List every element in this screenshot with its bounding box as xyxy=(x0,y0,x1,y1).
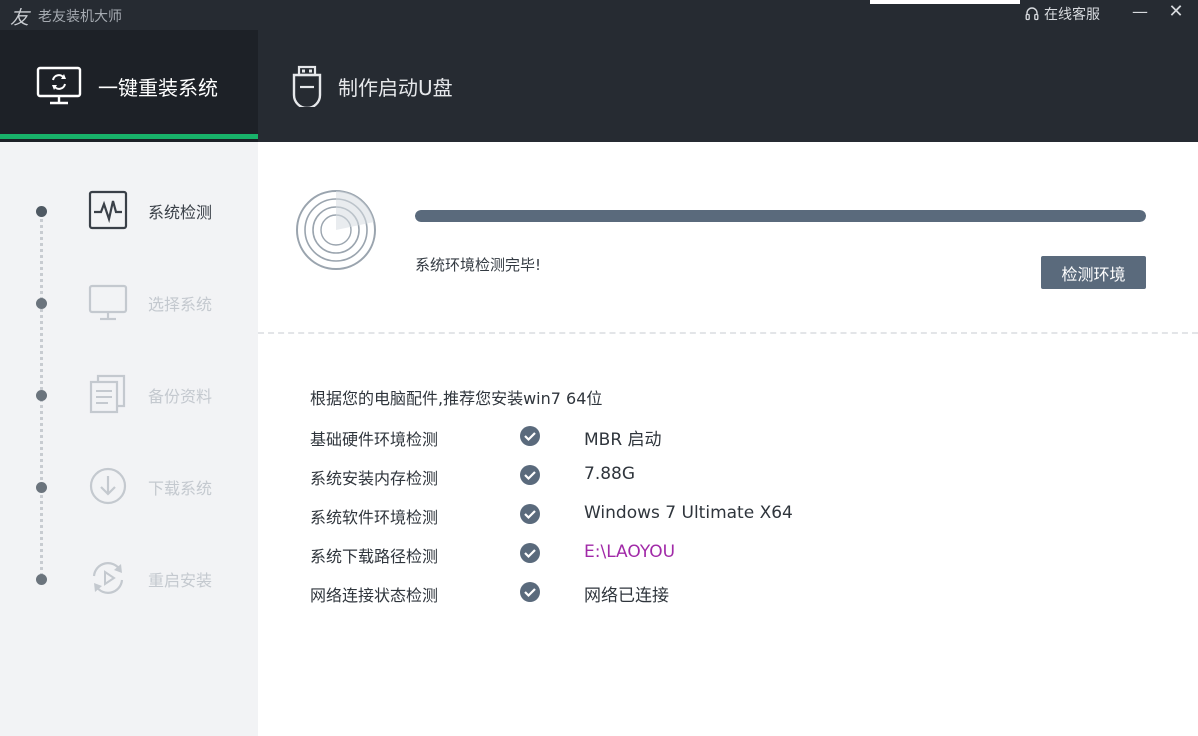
check-row: 网络连接状态检测 网络已连接 xyxy=(310,579,1010,606)
main-panel: 系统环境检测完毕! 检测环境 根据您的电脑配件,推荐您安装win7 64位 基础… xyxy=(258,142,1198,736)
step-label: 系统检测 xyxy=(148,203,213,222)
step-dot xyxy=(36,482,47,493)
detection-status-text: 系统环境检测完毕! xyxy=(415,256,542,274)
step-label: 下载系统 xyxy=(148,479,213,498)
step-backup-data[interactable]: 备份资料 xyxy=(0,368,258,420)
tab-make-boot-usb[interactable]: 制作启动U盘 xyxy=(258,30,518,142)
title-bar: 友 老友装机大师 在线客服 — ✕ xyxy=(0,0,1198,30)
detect-environment-button[interactable]: 检测环境 xyxy=(1041,256,1146,289)
step-dot xyxy=(36,574,47,585)
step-restart-install[interactable]: 重启安装 xyxy=(0,552,258,604)
section-divider xyxy=(258,332,1198,334)
step-select-system[interactable]: 选择系统 xyxy=(0,276,258,328)
check-value: 7.88G xyxy=(584,464,636,484)
download-icon xyxy=(89,467,127,505)
check-circle-icon xyxy=(520,426,540,446)
documents-icon xyxy=(89,374,126,414)
check-row: 系统下载路径检测 E:\LAOYOU xyxy=(310,540,1010,566)
check-circle-icon xyxy=(520,582,540,602)
usb-drive-icon xyxy=(292,65,322,107)
headset-icon xyxy=(1025,7,1039,21)
check-row: 系统软件环境检测 Windows 7 Ultimate X64 xyxy=(310,501,1010,527)
step-label: 重启安装 xyxy=(148,571,213,590)
online-support-button[interactable]: 在线客服 xyxy=(1024,4,1100,24)
active-tab-indicator xyxy=(0,134,258,139)
app-title: 老友装机大师 xyxy=(38,9,122,25)
monitor-refresh-icon xyxy=(36,66,82,105)
heartbeat-icon xyxy=(88,190,128,230)
check-circle-icon xyxy=(520,543,540,563)
check-label: 基础硬件环境检测 xyxy=(310,430,439,449)
radar-scan-icon xyxy=(296,190,376,270)
check-circle-icon xyxy=(520,504,540,524)
step-download-system[interactable]: 下载系统 xyxy=(0,460,258,512)
download-path-link[interactable]: E:\LAOYOU xyxy=(584,542,675,562)
step-label: 选择系统 xyxy=(148,295,213,314)
step-dot xyxy=(36,298,47,309)
tab-label: 制作启动U盘 xyxy=(338,75,453,100)
check-value: MBR 启动 xyxy=(584,430,662,450)
step-label: 备份资料 xyxy=(148,387,213,406)
minimize-button[interactable]: — xyxy=(1130,3,1150,23)
detection-progress-bar xyxy=(415,210,1146,222)
check-row: 基础硬件环境检测 MBR 启动 xyxy=(310,423,1010,450)
monitor-icon xyxy=(88,284,128,321)
tab-one-click-reinstall[interactable]: 一键重装系统 xyxy=(0,30,258,142)
step-dot xyxy=(36,390,47,401)
step-dot xyxy=(36,206,47,217)
check-label: 系统安装内存检测 xyxy=(310,469,439,488)
steps-sidebar: 系统检测 选择系统 备份资料 下载系统 重启安装 xyxy=(0,142,258,736)
check-label: 系统软件环境检测 xyxy=(310,508,439,527)
title-strip xyxy=(870,0,1020,4)
restart-icon xyxy=(92,562,124,594)
app-logo: 友 xyxy=(10,7,30,29)
online-support-label: 在线客服 xyxy=(1044,7,1100,23)
step-system-detect[interactable]: 系统检测 xyxy=(0,184,258,236)
check-label: 网络连接状态检测 xyxy=(310,586,439,605)
check-label: 系统下载路径检测 xyxy=(310,547,439,566)
app-header: 友 老友装机大师 在线客服 — ✕ 一键重装系统 制作启动U盘 xyxy=(0,0,1198,142)
check-value: 网络已连接 xyxy=(584,586,669,606)
check-row: 系统安装内存检测 7.88G xyxy=(310,462,1010,488)
close-button[interactable]: ✕ xyxy=(1166,3,1186,23)
tab-label: 一键重装系统 xyxy=(98,75,218,100)
detection-progress-fill xyxy=(415,210,1146,222)
check-circle-icon xyxy=(520,465,540,485)
check-value: Windows 7 Ultimate X64 xyxy=(584,503,793,523)
recommendation-text: 根据您的电脑配件,推荐您安装win7 64位 xyxy=(310,389,603,408)
